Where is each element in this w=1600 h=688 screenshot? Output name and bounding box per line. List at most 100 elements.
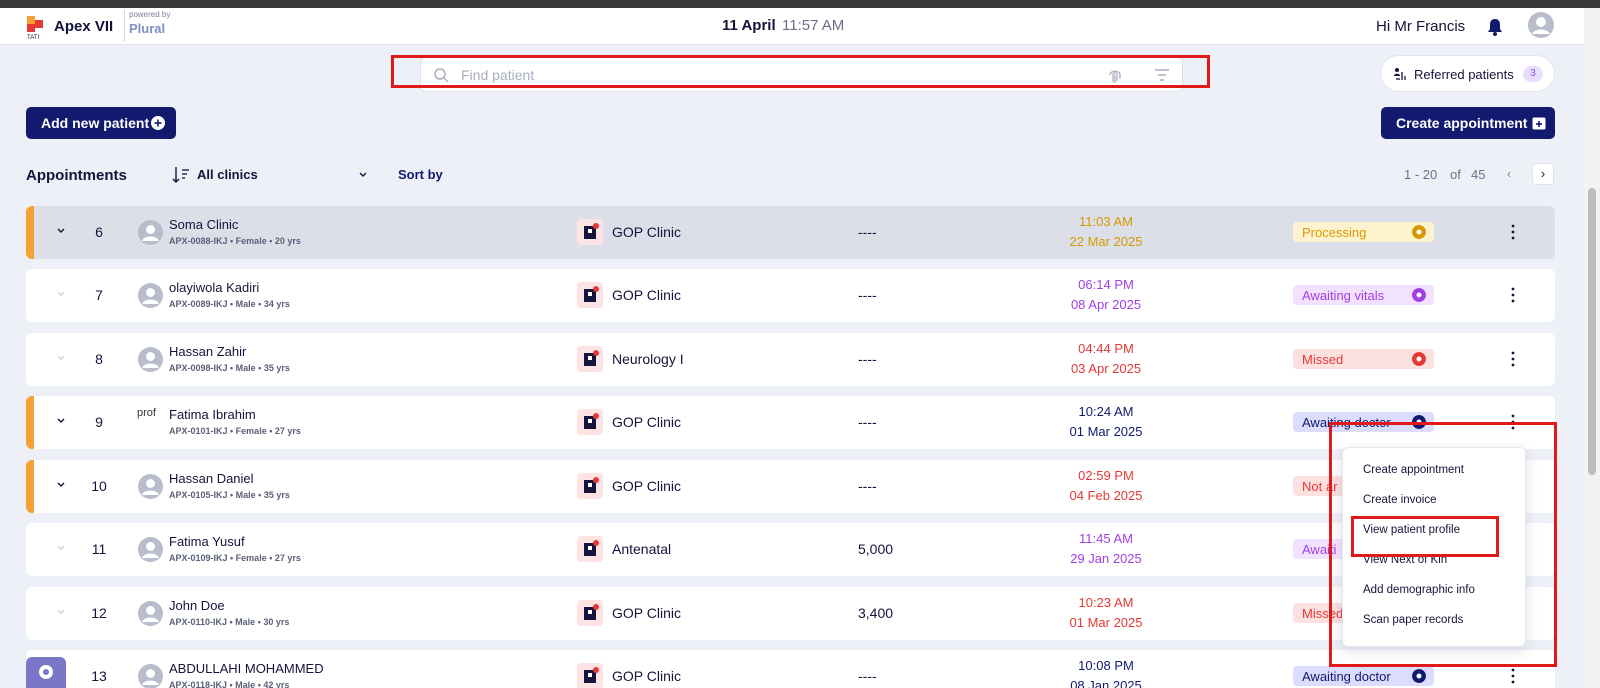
patient-avatar-icon [138,220,163,245]
chevron-down-icon [359,172,367,177]
calendar-plus-icon [1532,117,1546,130]
menu-view-next-of-kin[interactable]: View Next of Kin [1363,554,1447,566]
patient-meta: APX-0118-IKJ • Male • 42 yrs [169,680,290,688]
pager-range: 1 - 20 [1404,167,1438,182]
more-options-icon[interactable] [1509,667,1517,685]
widget-icon [39,665,53,679]
status-badge: Missed [1293,349,1434,369]
patient-avatar-icon [138,283,163,308]
status-badge: Awaiting vitals [1293,285,1434,305]
table-row[interactable]: 11 Fatima Yusuf APX-0109-IKJ • Female • … [26,523,1555,576]
more-options-icon[interactable] [1509,350,1517,368]
expand-chevron-icon[interactable] [56,353,66,363]
clinic-filter-value: All clinics [197,167,258,182]
clinic-icon [577,600,603,626]
clinic-icon [577,282,603,308]
filter-icon[interactable] [1154,67,1170,83]
fingerprint-icon[interactable] [1107,66,1123,84]
patient-meta: APX-0088-IKJ • Female • 20 yrs [169,236,301,246]
row-number: 6 [95,224,103,240]
user-avatar-icon[interactable] [1527,11,1555,39]
expand-chevron-icon[interactable] [56,289,66,299]
referred-patients-button[interactable]: Referred patients 3 [1380,55,1555,92]
table-row[interactable]: 9 prof Fatima Ibrahim APX-0101-IKJ • Fem… [26,396,1555,449]
patient-name[interactable]: John Doe [169,598,225,613]
status-badge: Awaiting doctor [1293,412,1434,432]
amount: ---- [858,351,877,367]
expand-chevron-icon[interactable] [56,226,66,236]
appointment-date: 08 Jan 2025 [1070,678,1142,688]
patient-meta: APX-0089-IKJ • Male • 34 yrs [169,299,290,309]
browser-strip [0,0,1600,8]
row-actions-menu: Create appointment Create invoice View p… [1342,447,1526,647]
row-number: 11 [91,541,107,557]
patient-name[interactable]: ABDULLAHI MOHAMMED [169,661,324,676]
menu-view-patient-profile[interactable]: View patient profile [1363,524,1460,536]
patient-name[interactable]: olayiwola Kadiri [169,280,259,295]
patient-avatar-broken: prof [137,407,156,419]
referral-icon [1394,68,1406,80]
search-input[interactable] [461,64,1061,86]
status-label: Awaiti [1302,542,1337,557]
appointment-time: 11:03 AM [1079,214,1133,229]
patient-avatar-icon [138,537,163,562]
menu-add-demographic-info[interactable]: Add demographic info [1363,584,1475,596]
appointment-date: 01 Mar 2025 [1069,615,1143,630]
table-row[interactable]: 13 ABDULLAHI MOHAMMED APX-0118-IKJ • Mal… [26,650,1555,688]
expand-chevron-icon[interactable] [56,480,66,490]
more-options-icon[interactable] [1509,286,1517,304]
status-label: Processing [1302,225,1367,240]
powered-by-text: powered by [129,10,171,19]
table-row[interactable]: 6 Soma Clinic APX-0088-IKJ • Female • 20… [26,206,1555,259]
appointment-time: 04:44 PM [1078,341,1134,356]
amount: ---- [858,224,877,240]
prev-page-button[interactable]: ‹ [1498,163,1520,185]
more-options-icon[interactable] [1509,223,1517,241]
expand-chevron-icon[interactable] [56,543,66,553]
pager-total: 45 [1471,167,1486,182]
patient-name[interactable]: Hassan Zahir [169,344,246,359]
clinic-icon [577,663,603,688]
patient-name[interactable]: Soma Clinic [169,217,238,232]
row-flag-stripe [26,206,34,259]
clinic-name: Neurology I [612,351,684,367]
amount: 3,400 [858,605,894,621]
add-new-patient-button[interactable]: Add new patient [26,107,176,139]
expand-chevron-icon[interactable] [56,607,66,617]
floating-widget-button[interactable] [26,657,66,688]
row-number: 10 [91,478,107,494]
next-page-button[interactable]: › [1532,163,1554,185]
pager-of: of [1450,167,1461,182]
amount: ---- [858,478,877,494]
scrollbar-thumb[interactable] [1588,188,1596,475]
create-appointment-button[interactable]: Create appointment [1381,107,1555,139]
clinic-icon [577,536,603,562]
row-number: 13 [91,668,107,684]
menu-create-appointment[interactable]: Create appointment [1363,464,1464,476]
patient-name[interactable]: Fatima Ibrahim [169,407,256,422]
status-label: Missed [1302,606,1344,621]
menu-create-invoice[interactable]: Create invoice [1363,494,1437,506]
expand-chevron-icon[interactable] [56,416,66,426]
table-row[interactable]: 8 Hassan Zahir APX-0098-IKJ • Male • 35 … [26,333,1555,386]
table-row[interactable]: 12 John Doe APX-0110-IKJ • Male • 30 yrs… [26,587,1555,640]
row-number: 7 [95,287,103,303]
notification-bell-icon[interactable] [1485,17,1505,37]
appointment-time: 10:08 PM [1078,658,1134,673]
sort-by-button[interactable]: Sort by [398,167,443,182]
appointment-time: 10:24 AM [1078,404,1134,419]
patient-name[interactable]: Hassan Daniel [169,471,254,486]
appointment-date: 29 Jan 2025 [1070,551,1142,566]
patient-avatar-icon [138,347,163,372]
menu-scan-paper-records[interactable]: Scan paper records [1363,614,1463,626]
partner-name: Plural [129,21,166,36]
row-number: 12 [91,605,107,621]
clinic-filter-dropdown[interactable]: All clinics [172,163,370,187]
table-row[interactable]: 10 Hassan Daniel APX-0105-IKJ • Male • 3… [26,460,1555,513]
more-options-icon[interactable] [1509,413,1517,431]
referred-patients-label: Referred patients [1414,67,1514,82]
powered-by-block: powered by Plural [124,10,170,42]
patient-name[interactable]: Fatima Yusuf [169,534,245,549]
patient-avatar-icon [138,474,163,499]
table-row[interactable]: 7 olayiwola Kadiri APX-0089-IKJ • Male •… [26,269,1555,322]
